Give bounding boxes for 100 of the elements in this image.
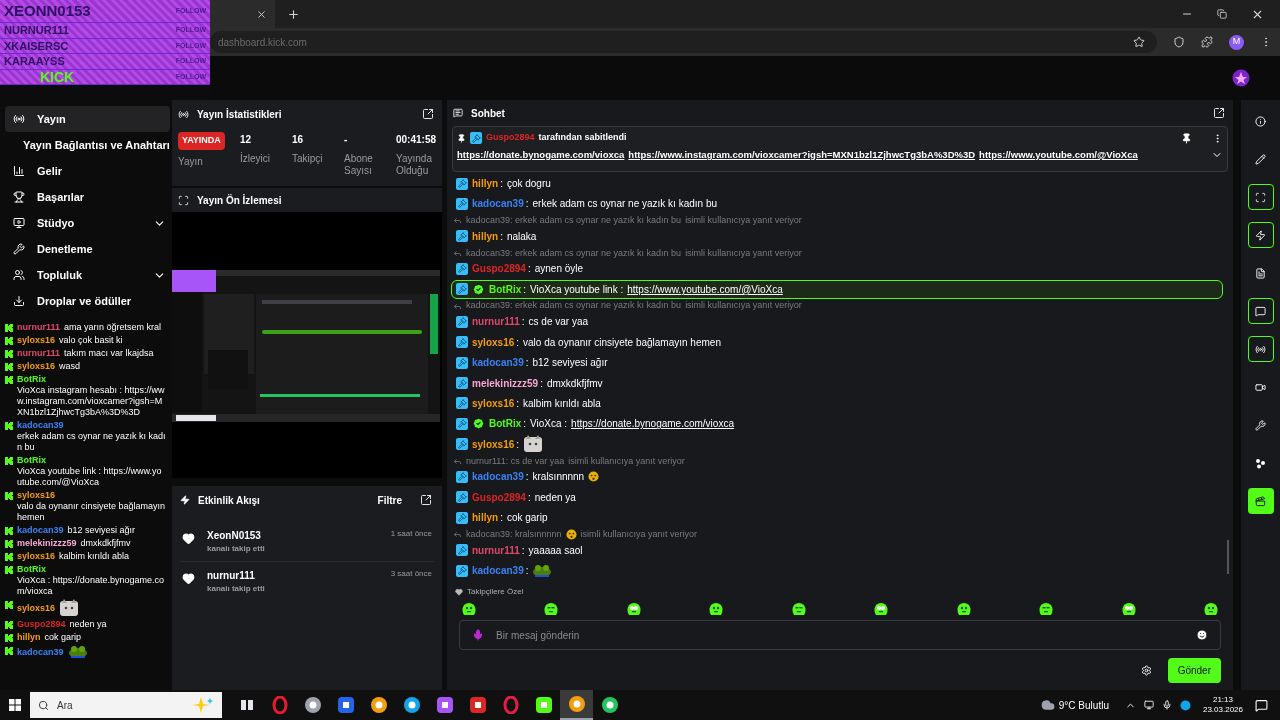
hammer-badge-icon [456, 377, 468, 389]
emote-icon[interactable] [1038, 601, 1055, 617]
sidebar-item[interactable]: Denetleme [5, 236, 170, 262]
hammer-badge-icon [456, 397, 468, 410]
overlay-username: BotRix [17, 455, 46, 466]
monitor-icon[interactable] [1143, 700, 1154, 710]
sidebar-item[interactable]: Başarılar [5, 184, 170, 210]
chat-username[interactable]: BotRix [489, 416, 522, 432]
reply-icon [453, 301, 462, 311]
reply-icon [453, 456, 462, 466]
extensions-icon[interactable] [1201, 36, 1213, 48]
chat-username[interactable]: kadocan39 [472, 355, 524, 371]
chat-username[interactable]: melekinizzz59 [472, 375, 539, 391]
message-text: erkek adam cs oynar ne yazık kı kadın bu [532, 197, 718, 212]
overlay-username: kadocan39 [17, 525, 64, 536]
tool-button[interactable] [1247, 184, 1274, 210]
emote-icon[interactable] [625, 601, 642, 617]
kick-logo-icon [5, 363, 13, 371]
emote-icon[interactable] [1120, 601, 1137, 617]
reply-quote: kadocan39: erkek adam cs oynar ne yazık kı kadın bu [466, 246, 682, 260]
filter-button[interactable]: Filtre [377, 492, 402, 508]
close-icon[interactable] [256, 8, 267, 20]
taskbar-app-button[interactable] [560, 690, 593, 720]
overlay-username: BotRix [17, 374, 46, 385]
emote-icon[interactable] [873, 601, 890, 617]
pinned-note: tarafından sabitlendi [538, 131, 628, 145]
chat-username[interactable]: hillyn [472, 228, 499, 244]
kick-logo-icon [5, 634, 13, 642]
emote-icon[interactable] [461, 601, 477, 617]
unpin-button[interactable] [1181, 132, 1192, 144]
emoji-icon[interactable] [1196, 629, 1208, 641]
sidebar-item[interactable]: Gelir [5, 158, 170, 184]
message-input[interactable]: Bir mesaj gönderin [459, 620, 1221, 650]
notifications-icon[interactable] [1255, 698, 1268, 712]
scrollbar[interactable] [1227, 540, 1229, 574]
send-button[interactable]: Gönder [1167, 657, 1221, 683]
hammer-badge-icon [456, 283, 468, 296]
chat-username[interactable]: syloxs16 [472, 395, 515, 411]
chat-username[interactable]: nurnur111 [472, 542, 520, 558]
tool-button[interactable] [1247, 298, 1274, 324]
sidebar-item[interactable]: Stüdyo [5, 210, 170, 236]
new-tab-button[interactable] [287, 7, 300, 21]
tool-button[interactable] [1247, 336, 1274, 362]
expand-button[interactable] [1211, 105, 1227, 121]
tool-button[interactable] [1247, 488, 1274, 514]
taskbar-search[interactable]: Ara [30, 692, 222, 718]
chat-username[interactable]: syloxs16 [472, 334, 515, 350]
channel-avatar-icon[interactable] [1232, 69, 1250, 87]
chat-username[interactable]: Guspo2894 [472, 489, 526, 505]
colon: : [521, 315, 525, 330]
sidebar-subitem[interactable]: Yayın Bağlantısı ve Anahtarı [5, 132, 170, 158]
colon: : [525, 197, 529, 212]
settings-icon[interactable] [1140, 664, 1152, 676]
emote-icon[interactable] [708, 601, 725, 617]
colon: : [527, 262, 531, 277]
tool-button[interactable] [1247, 222, 1274, 248]
sidebar-item[interactable]: Droplar ve ödüller [5, 288, 170, 314]
chat-username[interactable]: hillyn [472, 176, 499, 191]
chat-username[interactable]: kadocan39 [472, 469, 524, 485]
message-link[interactable]: https://www.youtube.com/@VioXca [627, 281, 783, 297]
chat-username[interactable]: kadocan39 [472, 196, 524, 212]
sidebar-item[interactable]: Topluluk [5, 262, 170, 288]
shield-icon[interactable] [1173, 36, 1185, 48]
chat-username[interactable]: syloxs16 [472, 436, 515, 452]
frog-emote-icon [532, 563, 553, 578]
overlay-message: neden ya [69, 619, 107, 630]
event-time: 3 saat önce [390, 568, 432, 580]
profile-avatar[interactable]: M [1229, 34, 1244, 50]
chat-username[interactable]: Guspo2894 [472, 261, 526, 277]
users-icon [13, 269, 25, 281]
colon: : [500, 229, 503, 244]
emote-icon[interactable] [790, 601, 807, 617]
stat-value: 16 [292, 133, 305, 147]
pinned-link[interactable]: https://www.youtube.com/@VioXca [979, 148, 1138, 163]
chat-username[interactable]: kadocan39 [472, 563, 524, 578]
kick-logo-icon [5, 647, 13, 655]
restore-icon[interactable] [1217, 9, 1227, 19]
colon: : [527, 490, 531, 505]
pinned-link[interactable]: https://donate.bynogame.com/vioxca [457, 148, 625, 163]
emote-icon[interactable] [955, 601, 972, 617]
emote-icon[interactable] [1202, 601, 1219, 617]
chat-username[interactable]: nurnur111 [472, 314, 520, 330]
overlay-message: VioXca instagram hesabı : https://www.instagram.com/vioxcamer?igsh=MXN1bzl1ZjhwcTg3bA%3D%3D [17, 385, 166, 418]
microphone-icon[interactable] [1161, 700, 1172, 710]
emote-icon[interactable] [543, 601, 560, 617]
pinned-link[interactable]: https://www.instagram.com/vioxcamer?igsh=MXN1bzl1ZjhwcTg3bA%3D%3D [628, 148, 976, 163]
chat-username[interactable]: hillyn [472, 510, 499, 526]
overlay-username: syloxs16 [17, 602, 56, 614]
sidebar-item[interactable]: Yayın [5, 106, 170, 132]
colon: : [525, 470, 529, 485]
heart-icon [455, 588, 463, 596]
star-icon[interactable] [1133, 36, 1145, 48]
expand-icon [1213, 107, 1225, 119]
chat-username[interactable]: BotRix [489, 281, 522, 297]
expand-button[interactable] [418, 492, 434, 508]
overlay-username: BotRix [17, 564, 46, 575]
stat-value: 12 [240, 133, 253, 147]
expand-button[interactable] [420, 106, 436, 122]
message-link[interactable]: https://donate.bynogame.com/vioxca [571, 416, 734, 432]
follower-name: XKAISERSC [4, 38, 69, 54]
